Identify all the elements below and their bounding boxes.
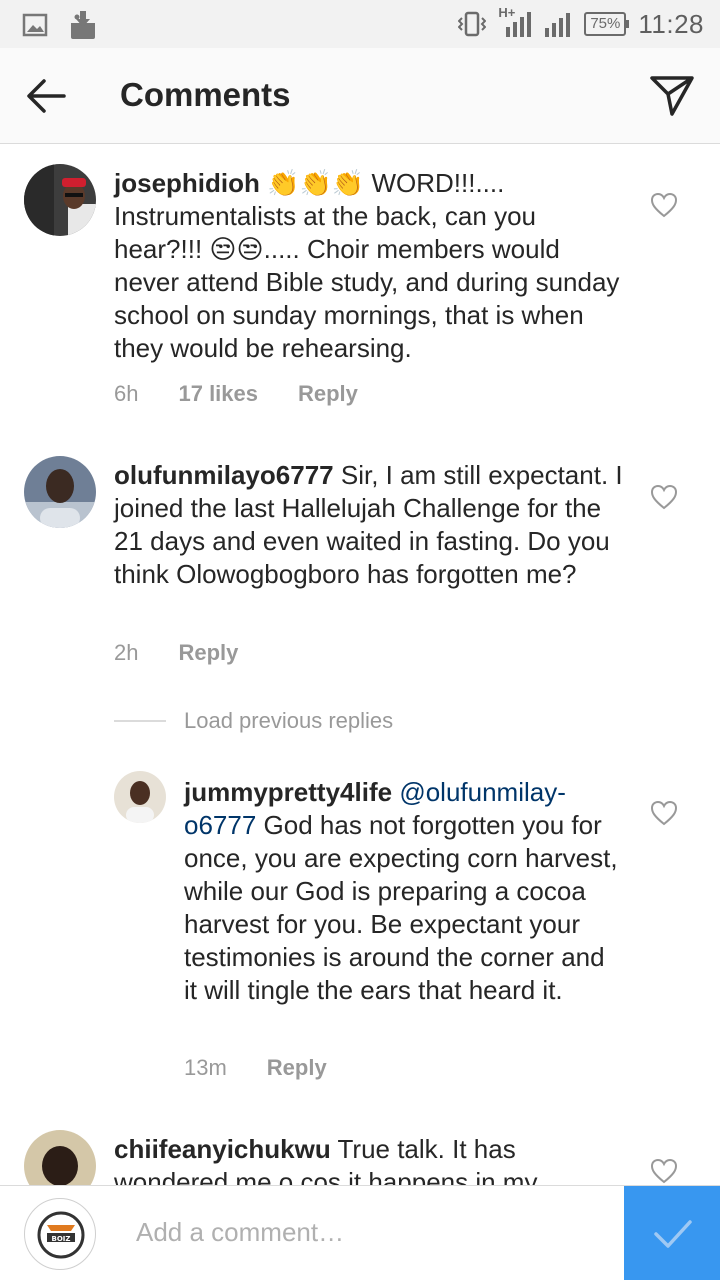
divider bbox=[114, 720, 166, 722]
comment-input[interactable] bbox=[136, 1208, 606, 1256]
comment-text: josephidioh 👏👏👏 WORD!!!.... Instrumental… bbox=[114, 168, 620, 363]
comment-text: chiifeanyichukwu True talk. It has wonde… bbox=[114, 1134, 538, 1185]
unamused-emoji: 😒😒 bbox=[209, 234, 264, 264]
avatar[interactable] bbox=[24, 164, 96, 236]
download-notification-icon bbox=[71, 11, 95, 39]
comments-list[interactable]: josephidioh 👏👏👏 WORD!!!.... Instrumental… bbox=[0, 145, 720, 1185]
checkmark-icon bbox=[654, 1219, 692, 1248]
comment-text: jummypretty4life @olufunmilay-o6777 God … bbox=[184, 777, 618, 1005]
status-bar: H+ 75% 11:28 bbox=[0, 0, 720, 48]
gallery-notification-icon bbox=[22, 13, 48, 37]
my-avatar: BOIZ bbox=[24, 1198, 96, 1270]
vibrate-icon bbox=[458, 11, 487, 37]
heart-icon[interactable] bbox=[650, 192, 678, 218]
comment-time: 2h bbox=[114, 640, 139, 665]
battery-indicator: 75% bbox=[584, 12, 630, 36]
reply-button[interactable]: Reply bbox=[267, 1055, 327, 1081]
avatar[interactable] bbox=[24, 1130, 96, 1185]
heart-icon[interactable] bbox=[650, 800, 678, 826]
signal-icon bbox=[545, 13, 571, 37]
comment-meta: 13m Reply bbox=[184, 1055, 367, 1081]
heart-icon[interactable] bbox=[650, 484, 678, 510]
comment-username[interactable]: chiifeanyichukwu bbox=[114, 1134, 331, 1164]
load-previous-replies[interactable]: Load previous replies bbox=[114, 708, 393, 734]
comment-time: 13m bbox=[184, 1055, 227, 1080]
page-title: Comments bbox=[120, 76, 291, 113]
reply-button[interactable]: Reply bbox=[178, 640, 238, 666]
comment-meta: 2h Reply bbox=[114, 640, 278, 666]
header-bar: Comments bbox=[0, 48, 720, 144]
mobile-data-icon: H+ bbox=[498, 5, 532, 39]
boiz-logo-icon: BOIZ bbox=[37, 1211, 85, 1259]
comment-text: olufunmilayo6777 Sir, I am still expecta… bbox=[114, 460, 623, 589]
svg-text:BOIZ: BOIZ bbox=[52, 1235, 71, 1243]
comment-time: 6h bbox=[114, 381, 139, 406]
comment-composer: BOIZ bbox=[0, 1185, 720, 1280]
comment-username[interactable]: olufunmilayo6777 bbox=[114, 460, 334, 490]
reply-button[interactable]: Reply bbox=[298, 381, 358, 407]
heart-icon[interactable] bbox=[650, 1158, 678, 1184]
comment-username[interactable]: jummypretty4life bbox=[184, 777, 392, 807]
direct-share-icon[interactable] bbox=[648, 74, 696, 118]
clock: 11:28 bbox=[638, 8, 704, 39]
post-comment-button[interactable] bbox=[624, 1186, 720, 1280]
comment-likes[interactable]: 17 likes bbox=[178, 381, 258, 407]
avatar[interactable] bbox=[114, 771, 166, 823]
avatar[interactable] bbox=[24, 456, 96, 528]
comment-meta: 6h 17 likes Reply bbox=[114, 381, 398, 407]
clapping-emoji: 👏👏👏 bbox=[267, 168, 365, 198]
back-arrow-icon[interactable] bbox=[24, 76, 68, 116]
comment-username[interactable]: josephidioh bbox=[114, 168, 260, 198]
